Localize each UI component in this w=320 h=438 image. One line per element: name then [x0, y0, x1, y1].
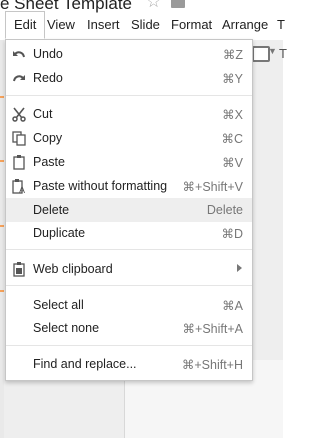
copy-label: Copy [33, 131, 63, 145]
undo-shortcut: ⌘Z [222, 48, 243, 62]
duplicate-label: Duplicate [33, 226, 86, 240]
svg-text:A: A [19, 185, 25, 194]
menu-slide[interactable]: Slide [131, 17, 160, 32]
copy-shortcut: ⌘C [221, 132, 243, 146]
chevron-down-icon[interactable]: ▼ [268, 46, 277, 56]
menu-item-duplicate[interactable]: Duplicate ⌘D [6, 221, 252, 245]
paste-label: Paste [33, 155, 65, 169]
undo-icon [11, 46, 27, 62]
select-all-shortcut: ⌘A [222, 299, 243, 313]
thumbnail-accent [0, 225, 4, 227]
submenu-arrow-icon [237, 264, 242, 272]
paste-shortcut: ⌘V [222, 156, 243, 170]
menu-arrange[interactable]: Arrange [222, 17, 268, 32]
thumbnail-accent [0, 160, 4, 162]
menu-truncated[interactable]: T [277, 17, 285, 32]
folder-icon[interactable] [171, 0, 185, 8]
web-clipboard-label: Web clipboard [33, 262, 113, 276]
menu-item-redo[interactable]: Redo ⌘Y [6, 66, 252, 90]
select-none-label: Select none [33, 321, 100, 335]
redo-label: Redo [33, 71, 63, 85]
find-and-replace-shortcut: ⌘+Shift+H [181, 358, 243, 372]
menu-separator [6, 285, 252, 286]
menu-item-web-clipboard[interactable]: Web clipboard [6, 257, 252, 281]
menu-item-select-all[interactable]: Select all ⌘A [6, 293, 252, 317]
menu-view[interactable]: View [47, 17, 75, 32]
menu-item-find-and-replace[interactable]: Find and replace... ⌘+Shift+H [6, 352, 252, 376]
menu-item-undo[interactable]: Undo ⌘Z [6, 42, 252, 66]
menu-separator [6, 249, 252, 250]
menu-item-cut[interactable]: Cut ⌘X [6, 102, 252, 126]
edit-menu-dropdown: Undo ⌘Z Redo ⌘Y Cut ⌘X Copy ⌘C Paste ⌘V … [5, 39, 253, 381]
text-tool-icon[interactable]: T [279, 46, 287, 61]
delete-shortcut: Delete [206, 203, 243, 217]
clipboard-icon [11, 154, 27, 170]
thumbnail-accent [0, 290, 4, 292]
paste-without-formatting-shortcut: ⌘+Shift+V [182, 180, 243, 194]
redo-icon [11, 70, 27, 86]
paste-plain-text-icon: A [11, 178, 27, 195]
cut-label: Cut [33, 107, 53, 121]
menu-item-select-none[interactable]: Select none ⌘+Shift+A [6, 316, 252, 340]
scissors-icon [11, 106, 27, 122]
redo-shortcut: ⌘Y [222, 72, 243, 86]
menu-item-paste[interactable]: Paste ⌘V [6, 150, 252, 174]
find-and-replace-label: Find and replace... [33, 357, 137, 371]
select-none-shortcut: ⌘+Shift+A [182, 322, 243, 336]
menu-item-paste-without-formatting[interactable]: A Paste without formatting ⌘+Shift+V [6, 174, 252, 198]
web-clipboard-icon [11, 261, 27, 277]
menu-item-delete[interactable]: Delete Delete [6, 198, 252, 222]
menu-bar: Edit View Insert Slide Format Arrange T [0, 11, 285, 39]
menu-separator [6, 345, 252, 346]
menu-format[interactable]: Format [171, 17, 212, 32]
cut-shortcut: ⌘X [222, 108, 243, 122]
copy-icon [11, 130, 27, 146]
thumbnail-accent [0, 96, 4, 98]
duplicate-shortcut: ⌘D [221, 227, 243, 241]
delete-label: Delete [33, 203, 70, 217]
undo-label: Undo [33, 47, 63, 61]
menu-insert[interactable]: Insert [87, 17, 120, 32]
paste-without-formatting-label: Paste without formatting [33, 179, 168, 193]
menu-edit[interactable]: Edit [5, 11, 46, 39]
menu-item-copy[interactable]: Copy ⌘C [6, 126, 252, 150]
slide-filmstrip[interactable] [0, 40, 4, 438]
select-all-label: Select all [33, 298, 84, 312]
menu-separator [6, 95, 252, 96]
